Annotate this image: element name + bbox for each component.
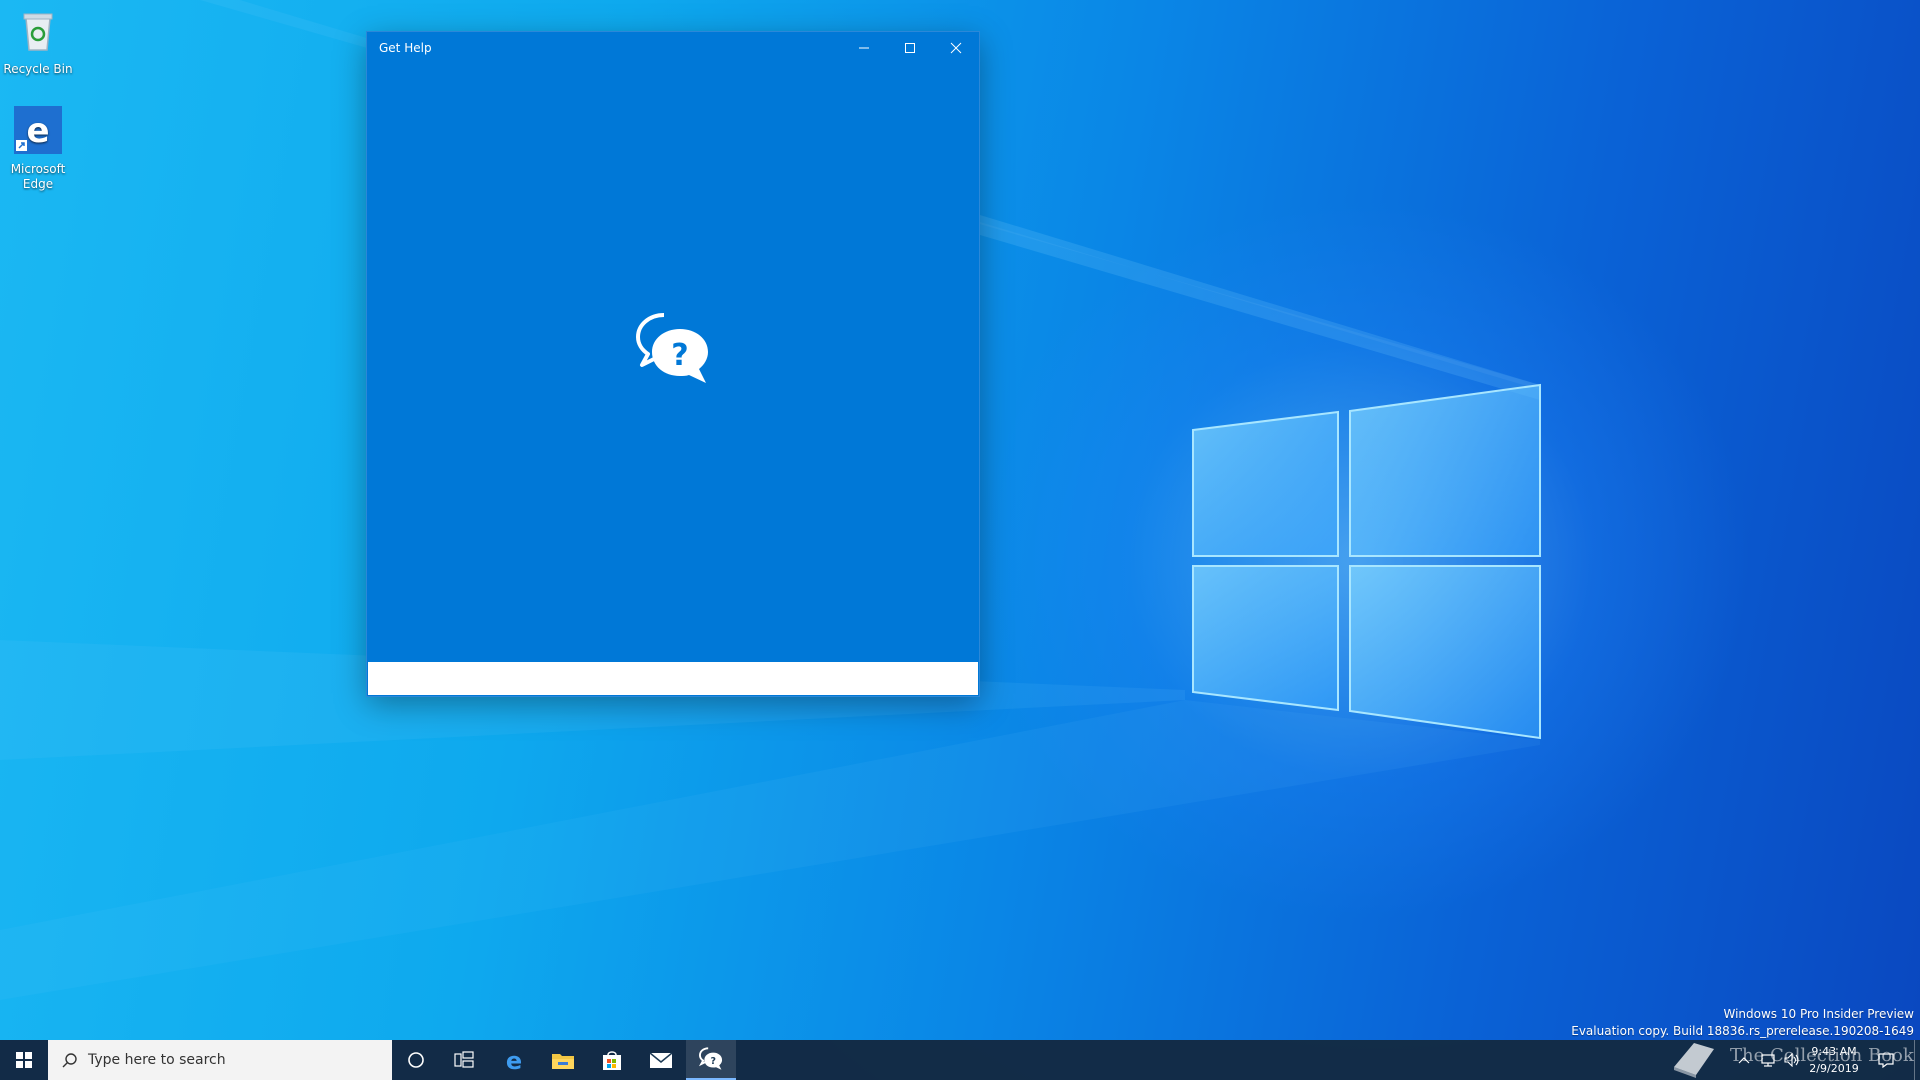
svg-text:e: e [506, 1048, 522, 1072]
maximize-button[interactable] [887, 32, 933, 64]
cortana-button[interactable] [392, 1040, 440, 1080]
watermark-line-1: Windows 10 Pro Insider Preview [1723, 1007, 1914, 1021]
search-icon [62, 1053, 77, 1068]
taskbar-store-button[interactable] [588, 1040, 636, 1080]
taskbar: Type here to search e ? [0, 1040, 1920, 1080]
taskbar-search-box[interactable]: Type here to search [48, 1040, 392, 1080]
taskbar-edge-button[interactable]: e [490, 1040, 538, 1080]
get-help-splash-icon: ? [636, 313, 708, 383]
task-view-button[interactable] [440, 1040, 488, 1080]
desktop-icon-recycle-bin[interactable]: Recycle Bin [0, 6, 76, 77]
svg-text:?: ? [710, 1056, 716, 1067]
book-logo-icon [1674, 1043, 1714, 1078]
get-help-window[interactable]: Get Help ? [367, 32, 979, 696]
start-icon [16, 1052, 32, 1068]
close-button[interactable] [933, 32, 979, 64]
window-footer-bar [368, 662, 978, 695]
taskbar-get-help-button[interactable]: ? [686, 1040, 736, 1080]
search-placeholder: Type here to search [88, 1052, 226, 1068]
cortana-icon [408, 1052, 424, 1068]
minimize-button[interactable] [841, 32, 887, 64]
task-view-icon [454, 1051, 474, 1068]
window-title: Get Help [379, 41, 432, 55]
file-explorer-icon [552, 1054, 574, 1069]
taskbar-clock[interactable]: 9:43 AM 2/9/2019 [1800, 1043, 1868, 1077]
window-titlebar[interactable]: Get Help [367, 32, 979, 64]
desktop-icon-microsoft-edge[interactable]: e Microsoft Edge [0, 106, 76, 192]
taskbar-file-explorer-button[interactable] [539, 1040, 587, 1080]
svg-text:?: ? [671, 338, 688, 373]
svg-text:e: e [26, 111, 49, 151]
mail-icon [649, 1052, 673, 1068]
desktop-icon-label: Recycle Bin [3, 62, 73, 76]
edge-icon: e [14, 106, 62, 154]
get-help-icon: ? [698, 1047, 723, 1070]
minimize-icon [859, 47, 869, 49]
edge-icon: e [506, 1048, 522, 1072]
show-desktop-divider [1914, 1040, 1915, 1080]
clock-date: 2/9/2019 [1809, 1062, 1859, 1075]
recycle-bin-icon [23, 13, 53, 51]
watermark-line-2: Evaluation copy. Build 18836.rs_prerelea… [1571, 1024, 1914, 1038]
taskbar-mail-button[interactable] [637, 1040, 685, 1080]
maximize-icon [905, 43, 915, 53]
desktop-icon-label: Microsoft Edge [10, 162, 66, 191]
store-icon [603, 1051, 621, 1070]
start-button[interactable] [0, 1040, 48, 1080]
close-icon [950, 42, 962, 54]
clock-time: 9:43 AM [1811, 1045, 1857, 1058]
windows-logo [1192, 383, 1541, 740]
